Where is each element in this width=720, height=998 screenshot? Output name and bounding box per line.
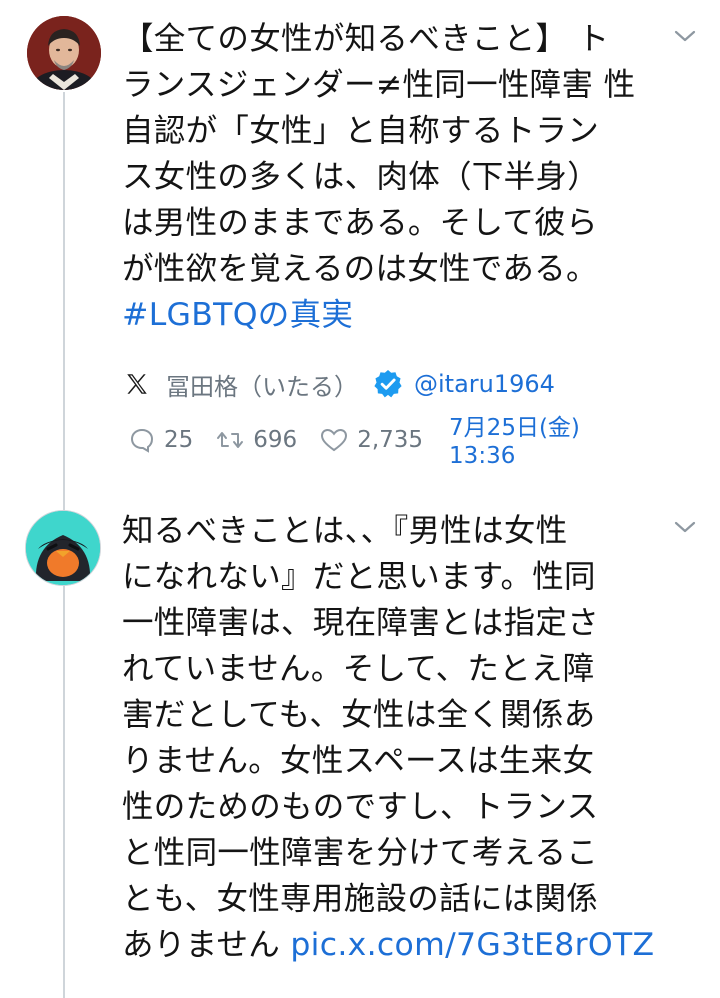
tweet-date: 7月25日(金) <box>449 415 580 441</box>
tweet-text: 知るべきことは、、『男性は女性 になれない』だと思います。性同 一性障害は、現在… <box>122 508 682 968</box>
text-line: 知るべきことは、、『男性は女性 <box>122 513 568 549</box>
text-line: 性のためのものですし、トランス <box>122 789 599 825</box>
tweet-timestamp[interactable]: 7月25日(金) 13:36 <box>449 414 580 470</box>
text-line: 【全ての女性が知るべきこと】 ト <box>122 21 610 57</box>
hashtag-link[interactable]: #LGBTQの真実 <box>122 292 682 338</box>
heart-icon <box>321 428 348 452</box>
text-line: 一性障害は、現在障害とは指定さ <box>122 605 600 641</box>
tweet-text: 【全ての女性が知るべきこと】 ト ランスジェンダー≠性同一性障害 性 自認が「女… <box>122 16 682 338</box>
like-button[interactable]: 2,735 <box>319 426 423 454</box>
text-line: りません。女性スペースは生来女 <box>122 743 595 779</box>
reply-count: 25 <box>164 427 194 453</box>
tweet-time: 13:36 <box>449 443 516 469</box>
media-link[interactable]: pic.x.com/7G3tE8rOTZ <box>290 927 654 963</box>
reply-button[interactable]: 25 <box>128 426 193 454</box>
text-line: 自認が「女性」と自称するトラン <box>122 113 600 149</box>
verified-badge-icon <box>374 370 402 398</box>
timeline: 【全ての女性が知るべきこと】 ト ランスジェンダー≠性同一性障害 性 自認が「女… <box>0 0 720 998</box>
x-logo-icon <box>127 374 147 394</box>
avatar[interactable] <box>25 510 101 586</box>
text-line: ランスジェンダー≠性同一性障害 性 <box>122 67 636 103</box>
text-line: 害だとしても、女性は全く関係あ <box>122 697 596 733</box>
text-fragment: ありません <box>122 927 281 963</box>
author-handle[interactable]: @itaru1964 <box>414 370 555 398</box>
avatar[interactable] <box>27 16 101 90</box>
text-line: になれない』だと思います。性同 <box>122 559 596 595</box>
text-line: とも、女性専用施設の話には関係 <box>122 881 599 917</box>
reply-icon <box>130 428 154 453</box>
text-line: れていません。そして、たとえ障 <box>122 651 595 687</box>
text-line: が性欲を覚えるのは女性である。 <box>122 251 598 287</box>
repost-button[interactable]: 696 <box>215 426 297 454</box>
text-line: と性同一性障害を分けて考えるこ <box>122 835 599 871</box>
text-line-last: ありません pic.x.com/7G3tE8rOTZ <box>122 922 682 968</box>
author-name[interactable]: 冨田格（いたる） <box>166 367 358 402</box>
tweet-author-row: 冨田格（いたる） @itaru1964 <box>124 362 555 406</box>
text-line: ス女性の多くは、肉体（下半身） <box>122 159 600 195</box>
tweet-actions: 25 696 2,735 7月25日(金) 13:36 <box>128 414 580 474</box>
repost-count: 696 <box>253 427 298 453</box>
repost-icon <box>217 432 244 448</box>
like-count: 2,735 <box>357 427 424 453</box>
text-line: は男性のままである。そして彼ら <box>122 205 598 241</box>
